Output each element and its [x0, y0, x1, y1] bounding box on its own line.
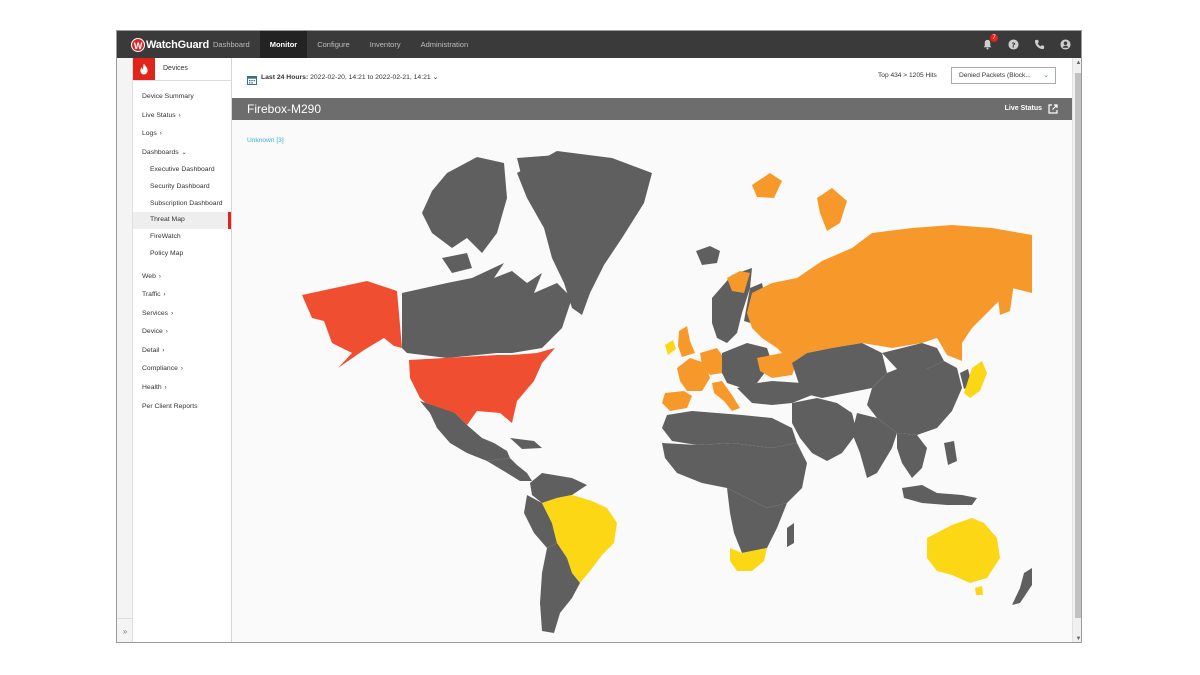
phone-icon[interactable]	[1033, 39, 1045, 51]
notifications-bell-icon[interactable]: 7	[981, 33, 998, 51]
sidebar-rail: »	[117, 58, 133, 642]
map-country-central-america[interactable]	[487, 458, 532, 481]
map-country-alaska[interactable]	[302, 281, 402, 368]
sidebar-item-live-status[interactable]: Live Status ›	[133, 107, 231, 126]
sidebar-item-detail[interactable]: Detail ›	[133, 342, 231, 361]
map-country-iceland[interactable]	[696, 246, 720, 265]
map-country-indonesia[interactable]	[902, 485, 977, 505]
nav-dashboard[interactable]: Dashboard	[203, 31, 260, 58]
map-country-canada[interactable]	[402, 263, 572, 358]
scroll-up-arrow-icon[interactable]: ▲	[1073, 60, 1081, 66]
main-nav: Dashboard Monitor Configure Inventory Ad…	[203, 31, 478, 58]
sidebar-collapse-toggle[interactable]: »	[117, 618, 133, 642]
device-title-bar: Firebox-M290 Live Status	[232, 98, 1072, 120]
map-country-caribbean[interactable]	[510, 438, 542, 449]
top-icons: 7 ?	[981, 31, 1071, 58]
sidebar-menu: Device Summary Live Status › Logs › Dashbo…	[133, 88, 231, 416]
scrollbar-thumb[interactable]	[1075, 73, 1081, 618]
live-status-link[interactable]: Live Status	[1005, 98, 1058, 120]
help-icon[interactable]: ?	[1007, 39, 1019, 51]
map-country-tasmania[interactable]	[975, 586, 983, 595]
logo-text: WatchGuard	[146, 38, 209, 51]
sidebar-item-threat-map[interactable]: Threat Map	[133, 212, 231, 230]
vertical-scrollbar[interactable]: ▲ ▼	[1072, 58, 1081, 642]
notification-badge: 7	[990, 33, 998, 42]
sidebar-item-device[interactable]: Device ›	[133, 323, 231, 342]
map-country-new-zealand[interactable]	[1012, 568, 1032, 605]
sidebar-item-web[interactable]: Web ›	[133, 268, 231, 287]
sidebar-item-compliance[interactable]: Compliance ›	[133, 360, 231, 379]
nav-monitor[interactable]: Monitor	[259, 31, 308, 58]
map-country-uk[interactable]	[678, 326, 695, 357]
map-country-philippines[interactable]	[944, 441, 957, 465]
map-country-madagascar[interactable]	[787, 523, 794, 547]
chevron-down-icon: ⌄	[1043, 72, 1049, 79]
map-country-north-africa[interactable]	[662, 411, 797, 448]
watchguard-logo[interactable]: W WatchGuard	[131, 37, 209, 52]
main-content: Last 24 Hours: 2022-02-20, 14:21 to 2022…	[232, 58, 1081, 642]
map-country-ireland[interactable]	[665, 340, 676, 355]
chevron-right-icon: ›	[178, 112, 181, 119]
report-type-value: Denied Packets (Block...	[959, 72, 1031, 79]
sidebar: » Devices Device Summary Live Status › Lo…	[117, 58, 232, 642]
devices-tab[interactable]: Devices	[133, 58, 231, 81]
live-status-label: Live Status	[1004, 105, 1042, 112]
sidebar-item-dashboards[interactable]: Dashboards ⌄	[133, 144, 231, 163]
sidebar-item-policy-map[interactable]: Policy Map	[133, 246, 231, 263]
devices-label: Devices	[163, 65, 188, 72]
chevron-right-icon: ›	[163, 292, 166, 299]
top-hits-summary: Top 434 > 1205 Hits	[878, 72, 937, 79]
time-range-selector[interactable]: Last 24 Hours: 2022-02-20, 14:21 to 2022…	[261, 73, 438, 81]
chevron-right-icon: ›	[162, 347, 165, 354]
user-account-icon[interactable]	[1059, 39, 1071, 51]
nav-inventory[interactable]: Inventory	[360, 31, 411, 58]
external-link-icon	[1048, 104, 1058, 114]
sidebar-item-traffic[interactable]: Traffic ›	[133, 286, 231, 305]
report-type-select[interactable]: Denied Packets (Block... ⌄	[951, 67, 1056, 84]
chevron-right-icon: ›	[159, 131, 162, 138]
map-country-svalbard[interactable]	[752, 173, 782, 198]
sidebar-item-subscription-dashboard[interactable]: Subscription Dashboard	[133, 196, 231, 213]
sidebar-item-health[interactable]: Health ›	[133, 379, 231, 398]
map-country-spain[interactable]	[662, 391, 692, 411]
app-window: W WatchGuard Dashboard Monitor Configure…	[116, 30, 1082, 643]
chevron-down-icon: ⌄	[432, 74, 439, 81]
filter-bar: Last 24 Hours: 2022-02-20, 14:21 to 2022…	[232, 58, 1072, 98]
map-country-australia[interactable]	[927, 518, 1000, 583]
sidebar-item-services[interactable]: Services ›	[133, 305, 231, 324]
map-country-greenland[interactable]	[517, 151, 652, 315]
map-country-kamchatka[interactable]	[997, 283, 1014, 315]
threat-world-map[interactable]	[272, 143, 1032, 638]
time-range-value: 2022-02-20, 14:21 to 2022-02-21, 14:21	[310, 74, 431, 81]
chevron-right-icon: ›	[165, 329, 168, 336]
device-title: Firebox-M290	[247, 102, 322, 116]
sidebar-item-device-summary[interactable]: Device Summary	[133, 88, 231, 107]
calendar-icon[interactable]	[247, 72, 257, 90]
chevron-right-icon: ›	[180, 366, 183, 373]
chevron-down-icon: ⌄	[181, 149, 187, 156]
nav-administration[interactable]: Administration	[411, 31, 479, 58]
nav-configure[interactable]: Configure	[307, 31, 360, 58]
firebox-flame-icon	[133, 58, 155, 80]
map-country-russia[interactable]	[747, 225, 1032, 363]
sidebar-item-logs[interactable]: Logs ›	[133, 125, 231, 144]
time-range-label: Last 24 Hours:	[261, 74, 309, 81]
scroll-down-arrow-icon[interactable]: ▼	[1073, 636, 1081, 642]
sidebar-item-executive-dashboard[interactable]: Executive Dashboard	[133, 162, 231, 179]
map-country-middle-east[interactable]	[792, 398, 857, 461]
chevron-right-icon: ›	[164, 385, 167, 392]
sidebar-item-firewatch[interactable]: FireWatch	[133, 229, 231, 246]
sidebar-item-per-client-reports[interactable]: Per Client Reports	[133, 398, 231, 417]
chevron-right-icon: ›	[171, 310, 174, 317]
logo-mark-icon: W	[131, 37, 145, 52]
sidebar-item-security-dashboard[interactable]: Security Dashboard	[133, 179, 231, 196]
top-nav-bar: W WatchGuard Dashboard Monitor Configure…	[117, 31, 1081, 58]
map-country-russia-north-island[interactable]	[817, 188, 847, 231]
svg-text:?: ?	[1011, 40, 1015, 49]
map-country-southeast-asia[interactable]	[897, 433, 927, 478]
chevron-right-icon: ›	[158, 273, 161, 280]
